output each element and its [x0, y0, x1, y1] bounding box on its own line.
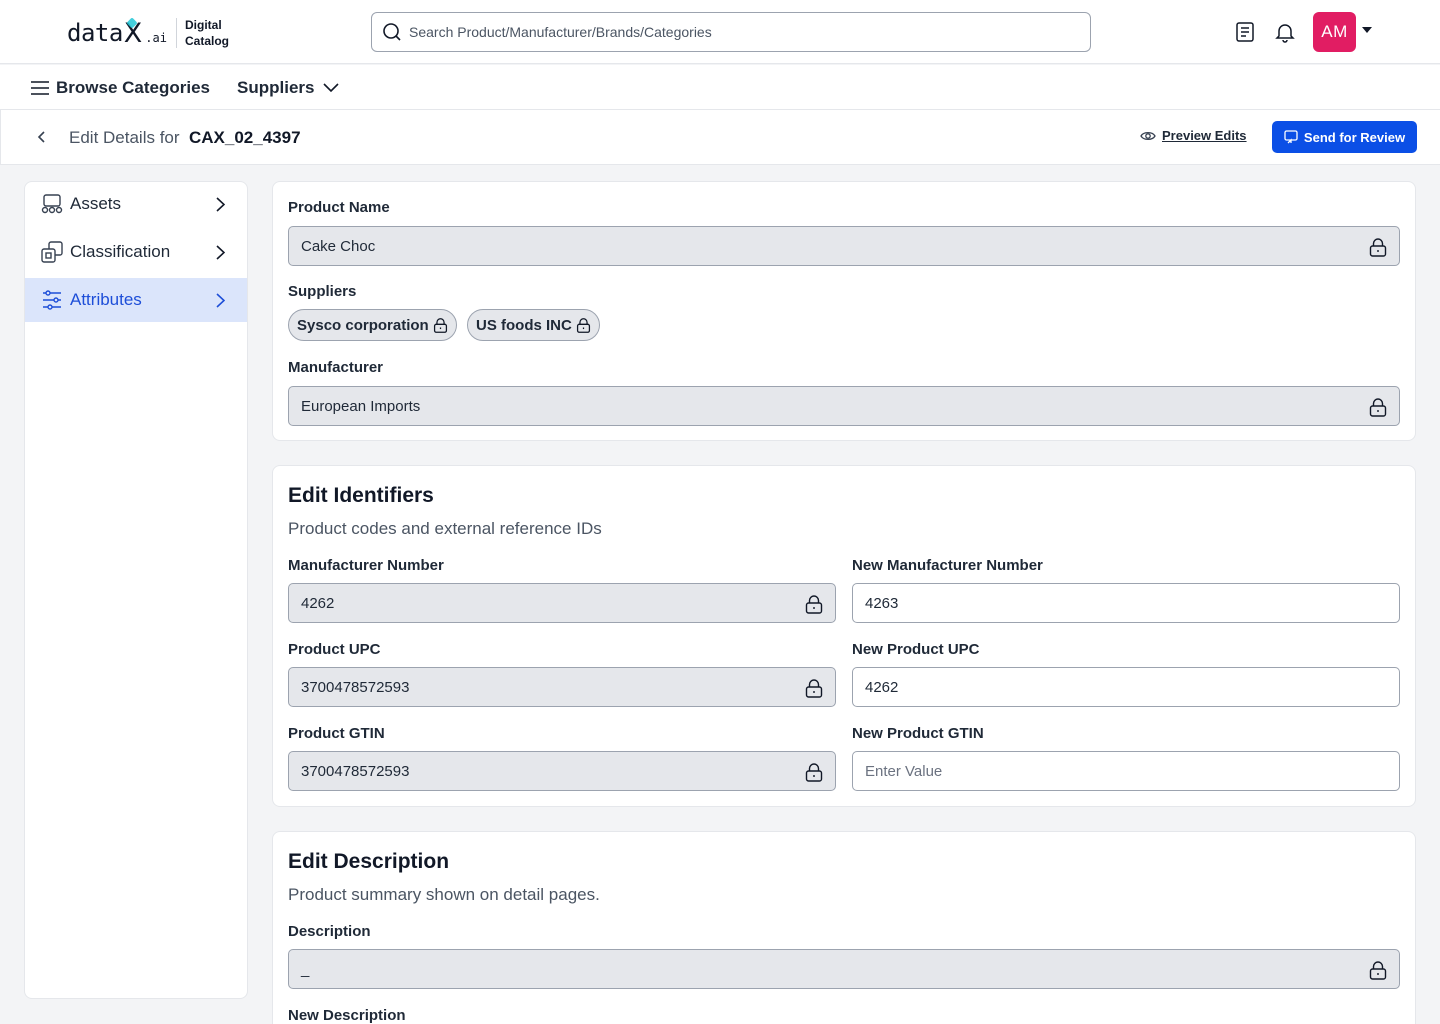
- product-basics-card: Product Name Cake Choc Suppliers Sysco c…: [272, 181, 1416, 441]
- new-product-gtin-field[interactable]: [852, 751, 1400, 791]
- lock-icon: [1368, 397, 1388, 417]
- nav-bar: Browse Categories Suppliers: [0, 65, 1440, 110]
- manufacturer-field: European Imports: [288, 386, 1400, 426]
- chevron-down-icon: [323, 82, 340, 92]
- product-upc-label: Product UPC: [288, 641, 381, 658]
- edit-description-card: Edit Description Product summary shown o…: [272, 831, 1416, 1024]
- new-manufacturer-number-field[interactable]: [852, 583, 1400, 623]
- description-label: Description: [288, 923, 371, 940]
- sidebar-item-attributes[interactable]: Attributes: [25, 278, 247, 322]
- new-product-upc-field[interactable]: [852, 667, 1400, 707]
- section-title: Edit Identifiers: [288, 484, 434, 507]
- title-bar: Edit Details for CAX_02_4397 Preview Edi…: [0, 110, 1440, 165]
- chevron-right-icon: [213, 194, 227, 214]
- logo-ai: .ai: [145, 31, 167, 45]
- send-for-review-button[interactable]: Send for Review: [1272, 121, 1417, 153]
- sliders-icon: [41, 289, 63, 311]
- suppliers-menu[interactable]: Suppliers: [237, 65, 340, 110]
- section-subtitle: Product codes and external reference IDs: [288, 519, 602, 538]
- sidebar-item-classification[interactable]: Classification: [25, 230, 247, 274]
- send-review-icon: [1284, 130, 1298, 144]
- suppliers-label: Suppliers: [288, 283, 357, 300]
- lock-icon: [804, 594, 824, 614]
- product-name-value: Cake Choc: [301, 237, 376, 255]
- edit-identifiers-card: Edit Identifiers Product codes and exter…: [272, 465, 1416, 807]
- new-manufacturer-number-input[interactable]: [865, 594, 1346, 612]
- product-name-label: Product Name: [288, 199, 390, 216]
- sidebar: Assets Classification Attributes: [24, 181, 248, 999]
- description-field: _: [288, 949, 1400, 989]
- chevron-left-icon: [37, 131, 45, 143]
- classification-icon: [41, 241, 63, 263]
- supplier-chip: US foods INC: [467, 309, 600, 341]
- search-bar[interactable]: [371, 12, 1091, 52]
- product-upc-field: 3700478572593: [288, 667, 836, 707]
- product-gtin-field: 3700478572593: [288, 751, 836, 791]
- lock-icon: [576, 317, 590, 333]
- logo-x: X: [123, 17, 143, 49]
- lock-icon: [804, 678, 824, 698]
- new-product-upc-input[interactable]: [865, 678, 1346, 696]
- sidebar-item-label: Classification: [70, 242, 171, 261]
- lock-icon: [1368, 237, 1388, 257]
- datax-logo[interactable]: data X .ai Digital Catalog: [67, 16, 229, 50]
- logo-divider: [175, 18, 177, 48]
- hamburger-icon: [31, 80, 49, 95]
- sidebar-item-label: Assets: [70, 194, 122, 213]
- section-title: Edit Description: [288, 850, 450, 873]
- description-value: _: [301, 960, 310, 978]
- browse-categories-label: Browse Categories: [56, 77, 210, 97]
- supplier-chip-label: US foods INC: [476, 316, 572, 334]
- chevron-right-icon: [213, 290, 227, 310]
- new-product-gtin-input[interactable]: [865, 762, 1346, 780]
- browse-categories-menu[interactable]: Browse Categories: [31, 65, 210, 110]
- catalog-list-icon[interactable]: [1233, 20, 1257, 44]
- lock-icon: [433, 317, 447, 333]
- chevron-right-icon: [213, 242, 227, 262]
- caret-down-icon[interactable]: [1362, 27, 1372, 33]
- lock-icon: [1368, 960, 1388, 980]
- avatar[interactable]: AM: [1313, 12, 1356, 52]
- new-product-upc-label: New Product UPC: [852, 641, 980, 658]
- product-gtin-label: Product GTIN: [288, 725, 385, 742]
- preview-edits-link[interactable]: Preview Edits: [1140, 128, 1247, 143]
- supplier-chip-label: Sysco corporation: [297, 316, 429, 334]
- manufacturer-number-field: 4262: [288, 583, 836, 623]
- product-name-field: Cake Choc: [288, 226, 1400, 266]
- new-product-gtin-label: New Product GTIN: [852, 725, 984, 742]
- sidebar-item-assets[interactable]: Assets: [25, 182, 247, 226]
- back-button[interactable]: [31, 127, 51, 147]
- page-title: CAX_02_4397: [189, 128, 301, 147]
- manufacturer-number-label: Manufacturer Number: [288, 557, 444, 574]
- logo-subtitle: Digital Catalog: [184, 18, 229, 48]
- product-gtin-value: 3700478572593: [301, 762, 410, 780]
- search-icon: [383, 23, 401, 41]
- lock-icon: [804, 762, 824, 782]
- product-upc-value: 3700478572593: [301, 678, 410, 696]
- supplier-chip: Sysco corporation: [288, 309, 457, 341]
- manufacturer-number-value: 4262: [301, 594, 335, 612]
- title-prefix: Edit Details for: [69, 128, 180, 147]
- manufacturer-label: Manufacturer: [288, 359, 384, 376]
- new-description-label: New Description: [288, 1007, 406, 1024]
- suppliers-label: Suppliers: [237, 77, 315, 97]
- top-bar: data X .ai Digital Catalog AM: [0, 0, 1440, 64]
- logo-word: data: [67, 19, 123, 47]
- send-for-review-label: Send for Review: [1303, 129, 1406, 145]
- assets-icon: [41, 193, 63, 215]
- section-subtitle: Product summary shown on detail pages.: [288, 885, 600, 904]
- manufacturer-value: European Imports: [301, 397, 421, 415]
- preview-edits-label: Preview Edits: [1162, 128, 1247, 143]
- search-input[interactable]: [409, 24, 1059, 40]
- new-manufacturer-number-label: New Manufacturer Number: [852, 557, 1043, 574]
- bell-icon[interactable]: [1273, 20, 1297, 44]
- eye-icon: [1140, 131, 1156, 140]
- sidebar-item-label: Attributes: [70, 290, 142, 309]
